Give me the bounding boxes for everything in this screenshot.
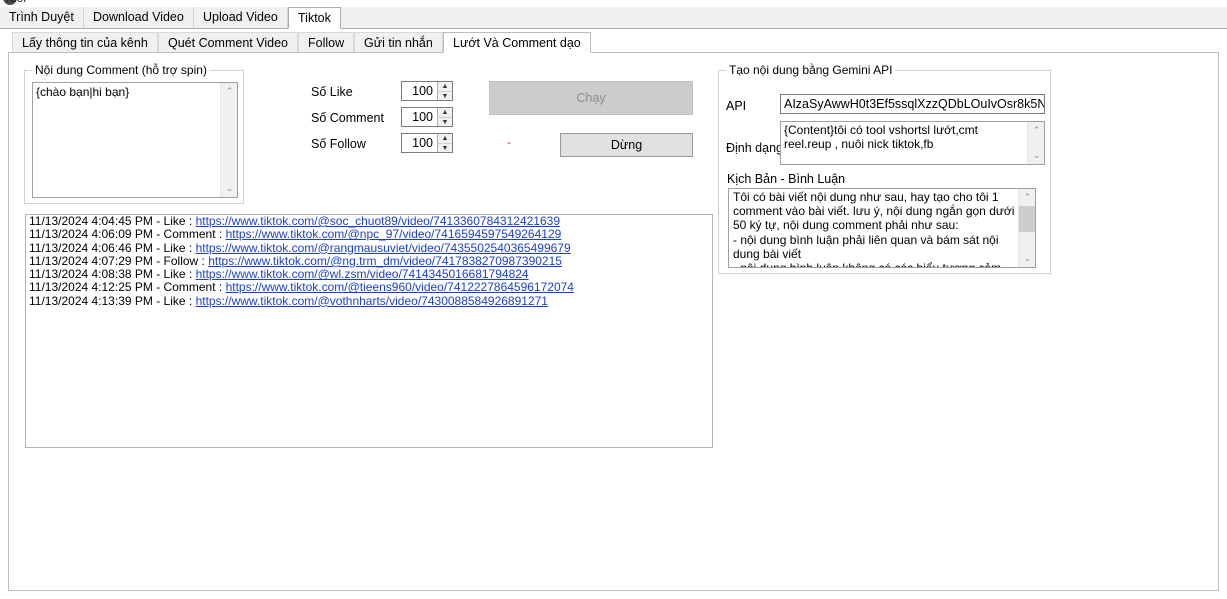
so-like-stepper[interactable]: 100 ▲ ▼ bbox=[401, 81, 453, 101]
inner-tabstrip: Lấy thông tin của kênh Quét Comment Vide… bbox=[8, 32, 1219, 53]
log-row[interactable]: 11/13/2024 4:04:45 PM - Like : https://w… bbox=[26, 215, 712, 228]
tab-follow[interactable]: Follow bbox=[298, 32, 355, 52]
tab-download-video[interactable]: Download Video bbox=[84, 7, 194, 28]
log-row[interactable]: 11/13/2024 4:07:29 PM - Follow : https:/… bbox=[26, 253, 712, 268]
so-follow-increment-icon[interactable]: ▲ bbox=[438, 134, 452, 143]
so-comment-decrement-icon[interactable]: ▼ bbox=[438, 118, 452, 127]
tab-luot-va-comment-dao[interactable]: Lướt Và Comment dạo bbox=[443, 32, 591, 53]
scroll-down-icon[interactable]: ⌄ bbox=[1028, 147, 1044, 164]
api-key-input[interactable]: AIzaSyAwwH0t3Ef5ssqlXzzQDbLOuIvOsr8k5NY bbox=[780, 94, 1045, 114]
tab-upload-video[interactable]: Upload Video bbox=[194, 7, 288, 28]
so-comment-stepper-buttons[interactable]: ▲ ▼ bbox=[437, 108, 452, 126]
log-row[interactable]: 11/13/2024 4:13:39 PM - Like : https://w… bbox=[26, 293, 712, 308]
log-row-link[interactable]: https://www.tiktok.com/@rangmausuviet/vi… bbox=[196, 241, 571, 255]
comment-content-group-title: Nội dung Comment (hỗ trợ spin) bbox=[32, 63, 210, 77]
so-follow-value[interactable]: 100 bbox=[402, 134, 436, 152]
format-input[interactable]: {Content}tôi có tool vshortsl lướt,cmt r… bbox=[780, 121, 1045, 165]
so-comment-stepper[interactable]: 100 ▲ ▼ bbox=[401, 107, 453, 127]
comment-content-value: {chào bạn|hi bạn} bbox=[36, 85, 130, 99]
activity-log-list[interactable]: 11/13/2024 4:04:45 PM - Like : https://w… bbox=[25, 214, 713, 448]
window-titlebar: Tool bbox=[0, 0, 1227, 7]
log-row[interactable]: 11/13/2024 4:12:25 PM - Comment : https:… bbox=[26, 281, 712, 294]
log-row-link[interactable]: https://www.tiktok.com/@tieens960/video/… bbox=[226, 280, 574, 294]
tab-quet-comment-video[interactable]: Quét Comment Video bbox=[158, 32, 298, 52]
so-like-value[interactable]: 100 bbox=[402, 82, 436, 100]
scroll-down-icon[interactable]: ⌄ bbox=[1019, 250, 1035, 267]
so-like-stepper-buttons[interactable]: ▲ ▼ bbox=[437, 82, 452, 100]
so-follow-stepper-buttons[interactable]: ▲ ▼ bbox=[437, 134, 452, 152]
tab-tiktok[interactable]: Tiktok bbox=[288, 7, 341, 29]
log-row-link[interactable]: https://www.tiktok.com/@ng.trm_dm/video/… bbox=[208, 254, 562, 268]
log-row[interactable]: 11/13/2024 4:08:38 PM - Like : https://w… bbox=[26, 268, 712, 281]
tab-lay-thong-tin-kenh[interactable]: Lấy thông tin của kênh bbox=[12, 32, 158, 52]
tab-trinh-duyet[interactable]: Trình Duyệt bbox=[0, 7, 84, 28]
log-row-link[interactable]: https://www.tiktok.com/@vothnharts/video… bbox=[196, 294, 548, 308]
so-comment-value[interactable]: 100 bbox=[402, 108, 436, 126]
log-row-link[interactable]: https://www.tiktok.com/@npc_97/video/741… bbox=[226, 227, 562, 241]
so-follow-decrement-icon[interactable]: ▼ bbox=[438, 144, 452, 153]
comment-content-input[interactable]: {chào bạn|hi bạn} ⌃ ⌄ bbox=[32, 82, 238, 198]
log-row-link[interactable]: https://www.tiktok.com/@soc_chuot89/vide… bbox=[196, 215, 560, 228]
log-row[interactable]: 11/13/2024 4:06:09 PM - Comment : https:… bbox=[26, 228, 712, 241]
log-row-prefix: 11/13/2024 4:04:45 PM - Like : bbox=[29, 214, 196, 228]
log-row-prefix: 11/13/2024 4:08:38 PM - Like : bbox=[29, 267, 196, 282]
log-row-link[interactable]: https://www.tiktok.com/@wl.zsm/video/741… bbox=[196, 267, 529, 281]
tab-gui-tin-nhan[interactable]: Gửi tin nhắn bbox=[354, 32, 443, 52]
format-scrollbar[interactable]: ⌃ ⌄ bbox=[1027, 122, 1044, 164]
log-row-prefix: 11/13/2024 4:07:29 PM - Follow : bbox=[29, 253, 209, 268]
log-row[interactable]: 11/13/2024 4:06:46 PM - Like : https://w… bbox=[26, 240, 712, 255]
so-follow-stepper[interactable]: 100 ▲ ▼ bbox=[401, 133, 453, 153]
so-comment-increment-icon[interactable]: ▲ bbox=[438, 108, 452, 117]
log-row-prefix: 11/13/2024 4:13:39 PM - Like : bbox=[29, 293, 196, 308]
script-input[interactable]: Tôi có bài viết nội dung như sau, hay tạ… bbox=[728, 188, 1036, 268]
status-text: - bbox=[507, 135, 511, 149]
script-value: Tôi có bài viết nội dung như sau, hay tạ… bbox=[733, 190, 1015, 267]
comment-content-group: Nội dung Comment (hỗ trợ spin) {chào bạn… bbox=[24, 63, 244, 204]
log-row-prefix: 11/13/2024 4:06:09 PM - Comment : bbox=[29, 227, 226, 242]
format-label: Định dạng bbox=[726, 141, 783, 155]
window-title: Tool bbox=[4, 0, 26, 5]
script-scrollbar[interactable]: ⌃ ⌄ bbox=[1018, 189, 1035, 267]
stop-button[interactable]: Dừng bbox=[560, 133, 693, 157]
scroll-up-icon[interactable]: ⌃ bbox=[221, 83, 237, 100]
label-so-like: Số Like bbox=[311, 85, 353, 99]
api-key-label: API bbox=[726, 99, 747, 113]
gemini-api-group-title: Tạo nội dung bằng Gemini API bbox=[726, 63, 896, 77]
log-row-prefix: 11/13/2024 4:12:25 PM - Comment : bbox=[29, 280, 226, 295]
so-like-increment-icon[interactable]: ▲ bbox=[438, 82, 452, 91]
scroll-up-icon[interactable]: ⌃ bbox=[1019, 189, 1035, 206]
so-like-decrement-icon[interactable]: ▼ bbox=[438, 92, 452, 101]
tab-content-panel: Nội dung Comment (hỗ trợ spin) {chào bạn… bbox=[8, 53, 1219, 591]
comment-content-scrollbar[interactable]: ⌃ ⌄ bbox=[220, 83, 237, 197]
run-button[interactable]: Chạy bbox=[489, 81, 693, 115]
gemini-api-group: Tạo nội dung bằng Gemini API API AIzaSyA… bbox=[718, 63, 1051, 274]
label-so-comment: Số Comment bbox=[311, 111, 384, 125]
format-value: {Content}tôi có tool vshortsl lướt,cmt r… bbox=[784, 123, 982, 151]
scroll-up-icon[interactable]: ⌃ bbox=[1028, 122, 1044, 139]
script-scrollbar-thumb[interactable] bbox=[1019, 206, 1035, 232]
label-so-follow: Số Follow bbox=[311, 137, 366, 151]
scroll-down-icon[interactable]: ⌄ bbox=[221, 180, 237, 197]
log-row-prefix: 11/13/2024 4:06:46 PM - Like : bbox=[29, 240, 196, 255]
outer-tabstrip: Trình Duyệt Download Video Upload Video … bbox=[0, 7, 1227, 29]
script-label: Kịch Bản - Bình Luận bbox=[727, 172, 846, 186]
